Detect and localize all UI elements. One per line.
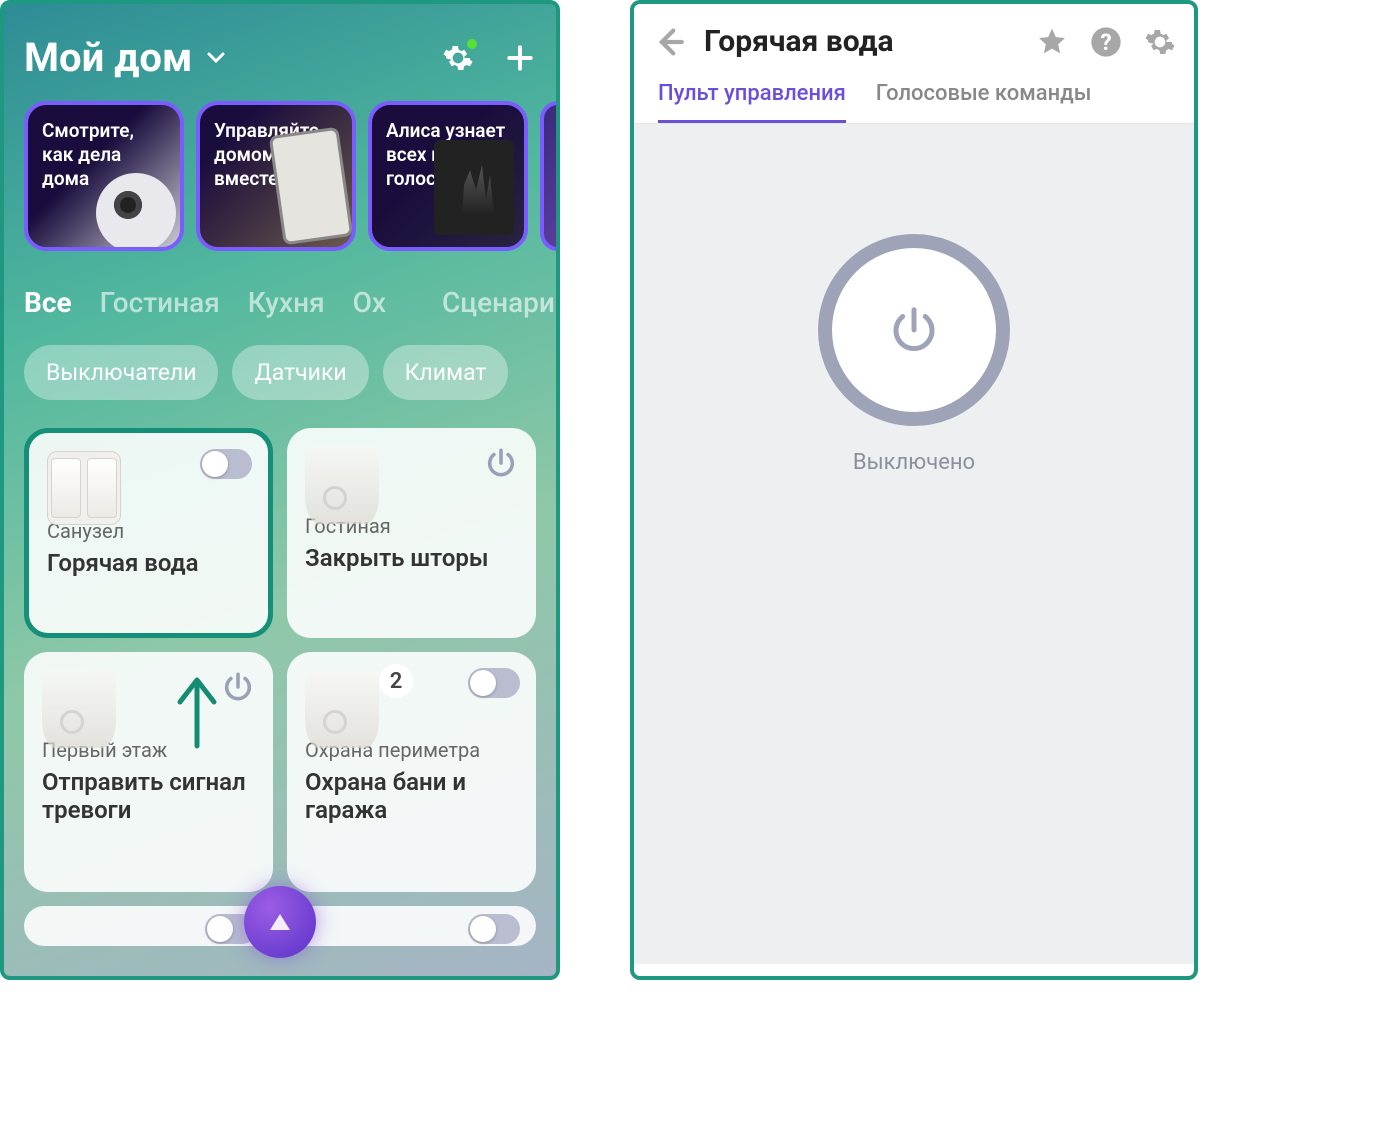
power-icon xyxy=(887,303,941,357)
arrow-up-icon xyxy=(174,670,220,750)
tab-living-room[interactable]: Гостиная xyxy=(100,286,220,319)
plus-icon xyxy=(504,42,536,74)
favorite-button[interactable] xyxy=(1036,26,1068,58)
power-toggle-button[interactable] xyxy=(818,234,1010,426)
device-grid: Санузел Горячая вода Гостиная Закрыть шт… xyxy=(4,416,556,946)
add-button[interactable] xyxy=(504,42,536,74)
home-header: Мой дом xyxy=(4,4,556,101)
power-icon[interactable] xyxy=(221,670,255,704)
svg-text:?: ? xyxy=(1100,29,1111,56)
notification-dot xyxy=(467,39,477,49)
home-screen: Мой дом Смотрите, как дела дома Управляй… xyxy=(0,0,560,980)
device-card-hot-water[interactable]: Санузел Горячая вода xyxy=(24,428,273,638)
chevron-down-icon xyxy=(204,46,228,70)
device-name: Закрыть шторы xyxy=(305,544,518,572)
switch-device-icon xyxy=(47,451,125,529)
device-name: Отправить сигнал тревоги xyxy=(42,768,255,824)
device-count-badge: 2 xyxy=(379,664,413,698)
detail-tabs: Пульт управления Голосовые команды xyxy=(634,71,1194,124)
device-card-partial[interactable] xyxy=(24,906,273,946)
home-title: Мой дом xyxy=(24,34,192,81)
tab-security[interactable]: Ох xyxy=(353,286,386,319)
device-card-perimeter[interactable]: 2 Охрана периметра Охрана бани и гаража xyxy=(287,652,536,892)
device-card-partial[interactable] xyxy=(287,906,536,946)
settings-button[interactable] xyxy=(442,42,474,74)
power-status-label: Выключено xyxy=(853,450,975,475)
star-icon xyxy=(1036,26,1068,58)
speaker-icon xyxy=(434,140,514,235)
tab-voice-commands[interactable]: Голосовые команды xyxy=(876,81,1092,123)
camera-icon xyxy=(96,173,176,251)
device-card-curtains[interactable]: Гостиная Закрыть шторы xyxy=(287,428,536,638)
tab-scenarios[interactable]: Сценарии xyxy=(442,286,560,319)
help-button[interactable]: ? xyxy=(1090,26,1122,58)
story-card[interactable]: Управляйте домом вместе xyxy=(196,101,356,251)
tab-kitchen[interactable]: Кухня xyxy=(248,286,325,319)
detail-body: Выключено xyxy=(634,124,1194,964)
detail-header: Горячая вода ? xyxy=(634,4,1194,71)
device-toggle[interactable] xyxy=(468,914,520,944)
power-icon[interactable] xyxy=(484,446,518,480)
device-name: Горячая вода xyxy=(47,549,250,577)
story-card[interactable]: Смотрите, как дела дома xyxy=(24,101,184,251)
filter-chips: Выключатели Датчики Климат xyxy=(4,329,556,416)
story-card[interactable]: Алиса узнает всех по голосу xyxy=(368,101,528,251)
story-card[interactable]: Н xyxy=(540,101,556,251)
chip-sensors[interactable]: Датчики xyxy=(232,345,368,400)
hub-device-icon xyxy=(305,670,383,748)
device-toggle[interactable] xyxy=(468,668,520,698)
device-name: Охрана бани и гаража xyxy=(305,768,518,824)
chip-climate[interactable]: Климат xyxy=(383,345,509,400)
help-icon: ? xyxy=(1090,26,1122,58)
chip-switches[interactable]: Выключатели xyxy=(24,345,218,400)
home-selector[interactable]: Мой дом xyxy=(24,34,228,81)
arrow-left-icon xyxy=(652,25,686,59)
tab-control-panel[interactable]: Пульт управления xyxy=(658,81,846,123)
back-button[interactable] xyxy=(652,25,686,59)
room-tabs: Все Гостиная Кухня Ох Сценарии xyxy=(4,251,556,329)
device-toggle[interactable] xyxy=(200,449,252,479)
hub-device-icon xyxy=(305,446,383,524)
device-detail-screen: Горячая вода ? Пульт управления Голосовы… xyxy=(630,0,1198,980)
phone-icon xyxy=(269,127,354,246)
hub-device-icon xyxy=(42,670,120,748)
settings-button[interactable] xyxy=(1144,26,1176,58)
tab-all[interactable]: Все xyxy=(24,286,72,319)
voice-assistant-button[interactable] xyxy=(244,886,316,958)
device-card-alarm[interactable]: Первый этаж Отправить сигнал тревоги xyxy=(24,652,273,892)
gear-icon xyxy=(1144,26,1176,58)
detail-title: Горячая вода xyxy=(704,24,1018,59)
story-row[interactable]: Смотрите, как дела дома Управляйте домом… xyxy=(4,101,556,251)
